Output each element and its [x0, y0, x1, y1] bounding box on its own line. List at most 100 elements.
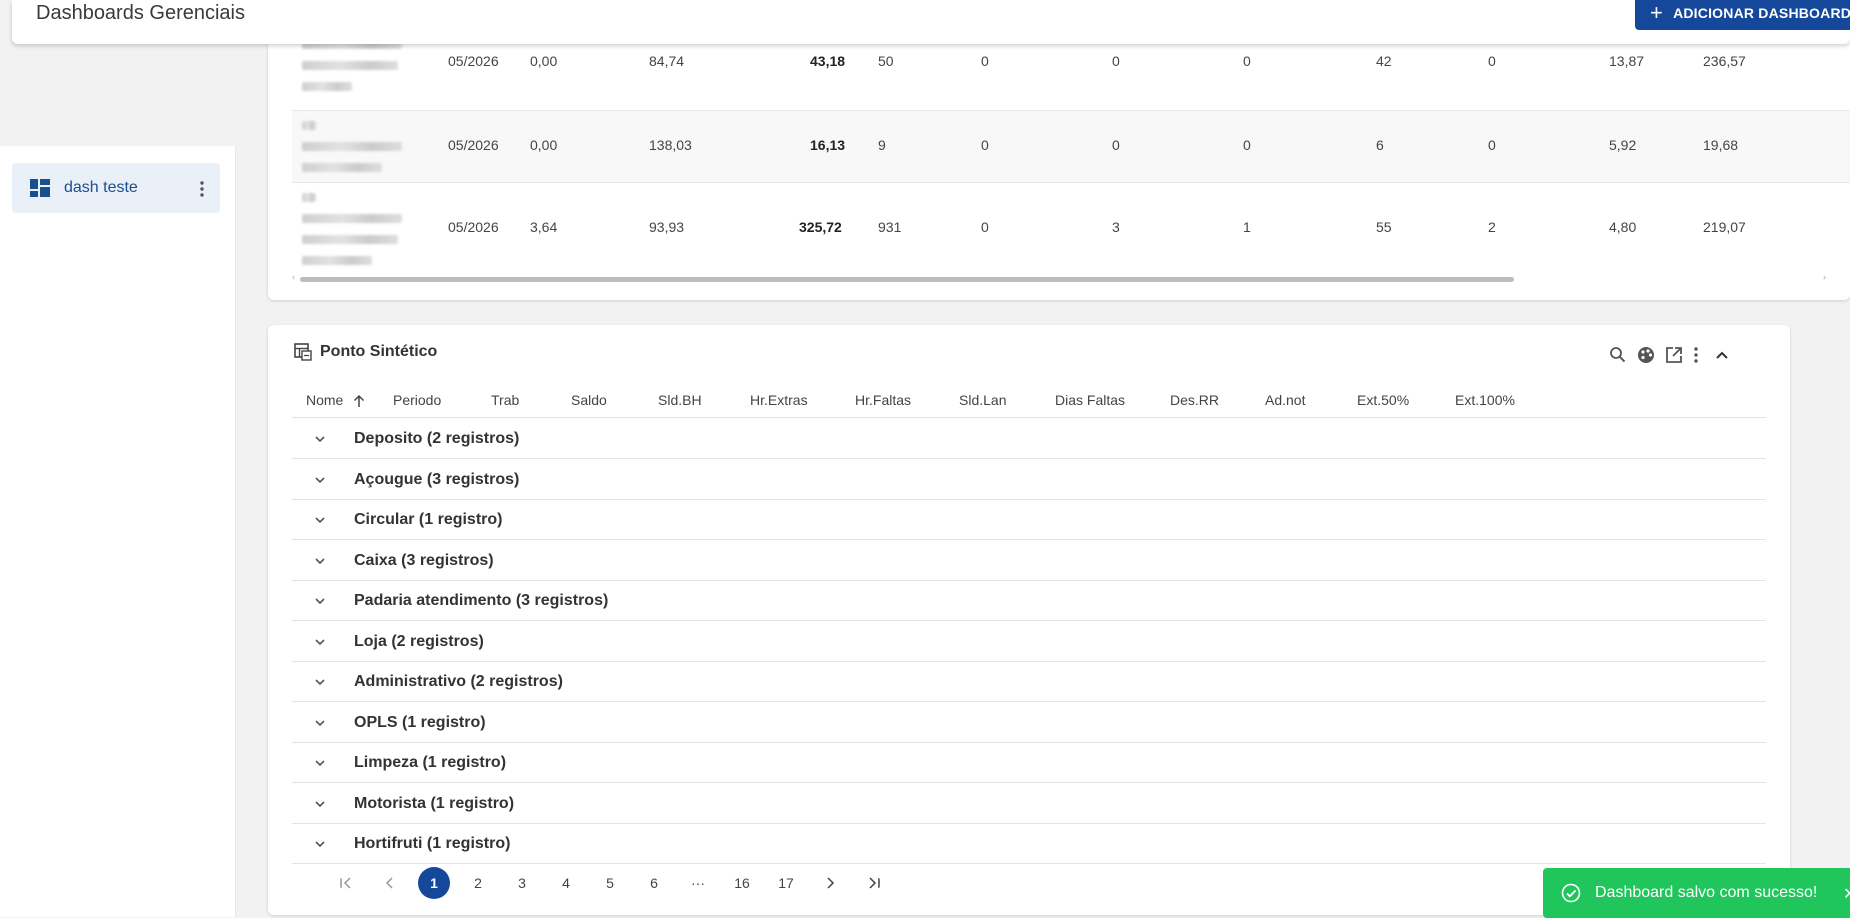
sidebar-item-label: dash teste — [64, 179, 138, 196]
cell-value: 6 — [1376, 137, 1384, 153]
group-row[interactable]: Limpeza (1 registro) — [292, 743, 1766, 783]
column-header-ext-100[interactable]: Ext.100% — [1455, 392, 1515, 408]
page-button[interactable]: 2 — [462, 867, 494, 899]
page-button[interactable]: 6 — [638, 867, 670, 899]
column-header-nome[interactable]: Nome — [306, 392, 343, 408]
cell-value: 2 — [1488, 219, 1496, 235]
group-row[interactable]: Administrativo (2 registros) — [292, 662, 1766, 702]
horizontal-scrollbar[interactable]: ‹ › — [292, 272, 1826, 282]
column-header-des-rr[interactable]: Des.RR — [1170, 392, 1219, 408]
cell-value: 9 — [878, 137, 886, 153]
close-icon[interactable]: ✕ — [1843, 884, 1850, 904]
cell-periodo: 05/2026 — [448, 137, 499, 153]
cell-value: 0,00 — [530, 137, 558, 153]
last-page-icon[interactable] — [858, 867, 890, 899]
cell-value: 13,87 — [1609, 53, 1645, 69]
column-header-hr-faltas[interactable]: Hr.Faltas — [855, 392, 911, 408]
cell-value: 55 — [1376, 219, 1392, 235]
column-header-hr-extras[interactable]: Hr.Extras — [750, 392, 808, 408]
page-button[interactable]: 5 — [594, 867, 626, 899]
next-page-icon[interactable] — [814, 867, 846, 899]
card-title: Ponto Sintético — [320, 343, 438, 360]
chevron-down-icon[interactable] — [314, 434, 326, 444]
group-label: Motorista (1 registro) — [354, 795, 515, 812]
table-row: 05/2026 3,64 93,93 325,72 931 0 3 1 55 2… — [292, 183, 1850, 271]
more-vert-icon[interactable] — [1686, 345, 1706, 365]
cell-value: 5,92 — [1609, 137, 1637, 153]
first-page-icon[interactable] — [330, 867, 362, 899]
group-label: Loja (2 registros) — [354, 633, 484, 650]
chevron-up-icon[interactable] — [1712, 345, 1732, 365]
success-toast: Dashboard salvo com sucesso! ✕ — [1543, 868, 1850, 918]
table-row: 05/2026 0,00 138,03 16,13 9 0 0 0 6 0 5,… — [292, 110, 1850, 183]
group-row[interactable]: Hortifruti (1 registro) — [292, 824, 1766, 864]
group-row[interactable]: Motorista (1 registro) — [292, 784, 1766, 824]
chevron-down-icon[interactable] — [314, 556, 326, 566]
group-label: Caixa (3 registros) — [354, 552, 494, 569]
scroll-right-arrow-icon[interactable]: › — [1823, 272, 1826, 282]
cell-value: 236,57 — [1703, 53, 1746, 69]
cell-value: 138,03 — [649, 137, 692, 153]
toast-message: Dashboard salvo com sucesso! — [1595, 884, 1818, 901]
page-button[interactable]: 3 — [506, 867, 538, 899]
cell-value: 1 — [1243, 219, 1251, 235]
palette-icon[interactable] — [1636, 345, 1656, 365]
table-header: Nome Periodo Trab Saldo Sld.BH Hr.Extras… — [292, 383, 1766, 418]
scroll-left-arrow-icon[interactable]: ‹ — [292, 272, 295, 282]
chevron-down-icon[interactable] — [314, 718, 326, 728]
chevron-down-icon[interactable] — [314, 677, 326, 687]
group-row[interactable]: Deposito (2 registros) — [292, 419, 1766, 459]
group-label: Administrativo (2 registros) — [354, 673, 563, 690]
add-dashboard-button[interactable]: + ADICIONAR DASHBOARD — [1635, 0, 1850, 30]
table-calculator-icon — [294, 343, 312, 361]
page-button[interactable]: 16 — [726, 867, 758, 899]
group-label: OPLS (1 registro) — [354, 714, 486, 731]
cell-value: 219,07 — [1703, 219, 1746, 235]
chevron-down-icon[interactable] — [314, 596, 326, 606]
chevron-down-icon[interactable] — [314, 637, 326, 647]
cell-value: 42 — [1376, 53, 1392, 69]
arrow-up-icon[interactable] — [352, 394, 366, 408]
column-header-sld-lan[interactable]: Sld.Lan — [959, 392, 1006, 408]
app-header: Dashboards Gerenciais + ADICIONAR DASHBO… — [12, 0, 1850, 44]
cell-value: 0,00 — [530, 53, 558, 69]
cell-value: 3,64 — [530, 219, 558, 235]
scrollbar-thumb[interactable] — [300, 277, 1514, 282]
cell-value: 43,18 — [810, 53, 846, 69]
page-button[interactable]: 4 — [550, 867, 582, 899]
chevron-down-icon[interactable] — [314, 758, 326, 768]
group-row[interactable]: Loja (2 registros) — [292, 622, 1766, 662]
ponto-sintetico-card: Ponto Sintético Nome Periodo Trab Saldo … — [268, 325, 1790, 915]
chevron-down-icon[interactable] — [314, 515, 326, 525]
group-label: Limpeza (1 registro) — [354, 754, 507, 771]
column-header-sld-bh[interactable]: Sld.BH — [658, 392, 702, 408]
group-row[interactable]: Caixa (3 registros) — [292, 541, 1766, 581]
group-row[interactable]: Açougue (3 registros) — [292, 460, 1766, 500]
sidebar-item-dash-teste[interactable]: dash teste — [12, 163, 220, 213]
check-circle-icon — [1561, 883, 1581, 903]
cell-value: 4,80 — [1609, 219, 1637, 235]
column-header-saldo[interactable]: Saldo — [571, 392, 607, 408]
open-in-new-icon[interactable] — [1664, 345, 1684, 365]
column-header-dias-faltas[interactable]: Dias Faltas — [1055, 392, 1125, 408]
add-dashboard-label: ADICIONAR DASHBOARD — [1673, 5, 1850, 21]
column-header-ad-not[interactable]: Ad.not — [1265, 392, 1305, 408]
search-icon[interactable] — [1608, 345, 1628, 365]
chevron-down-icon[interactable] — [314, 799, 326, 809]
chevron-down-icon[interactable] — [314, 475, 326, 485]
previous-page-icon[interactable] — [374, 867, 406, 899]
chevron-down-icon[interactable] — [314, 839, 326, 849]
group-label: Circular (1 registro) — [354, 511, 503, 528]
page-button[interactable]: 17 — [770, 867, 802, 899]
more-vert-icon[interactable] — [192, 179, 212, 199]
group-row[interactable]: Padaria atendimento (3 registros) — [292, 581, 1766, 621]
cell-value: 84,74 — [649, 53, 685, 69]
cell-value: 16,13 — [810, 137, 846, 153]
column-header-trab[interactable]: Trab — [491, 392, 519, 408]
column-header-ext-50[interactable]: Ext.50% — [1357, 392, 1409, 408]
page-button[interactable]: 1 — [418, 867, 450, 899]
group-row[interactable]: OPLS (1 registro) — [292, 703, 1766, 743]
group-row[interactable]: Circular (1 registro) — [292, 500, 1766, 540]
column-header-periodo[interactable]: Periodo — [393, 392, 441, 408]
dashboard-icon — [30, 179, 50, 197]
